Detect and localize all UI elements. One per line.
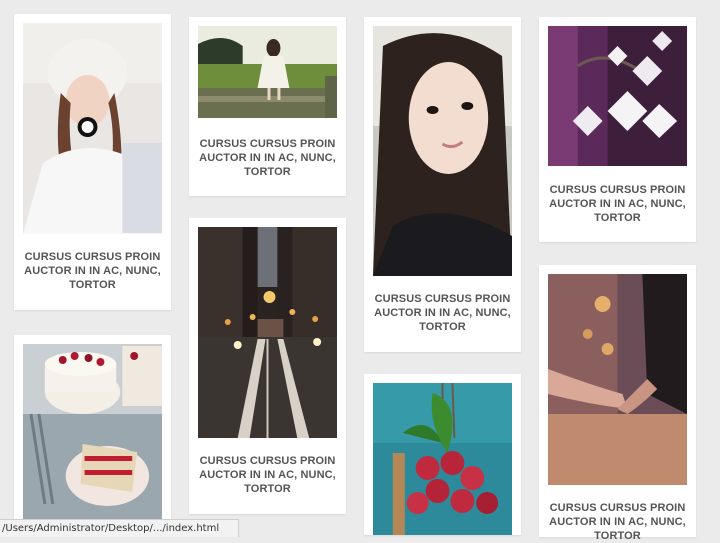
lychees-photo[interactable] [373,383,512,535]
card-girl-in-field[interactable]: CURSUS CURSUS PROIN AUCTOR IN IN AC, NUN… [189,17,346,196]
card-holding-hands[interactable]: CURSUS CURSUS PROIN AUCTOR IN IN AC, NUN… [539,265,696,542]
card-girl-portrait[interactable]: CURSUS CURSUS PROIN AUCTOR IN IN AC, NUN… [364,17,521,352]
card-girl-white-hat[interactable]: CURSUS CURSUS PROIN AUCTOR IN IN AC, NUN… [14,14,171,310]
girl-in-white-hat-photo[interactable] [23,23,162,234]
card-caption: CURSUS CURSUS PROIN AUCTOR IN IN AC, NUN… [199,138,336,178]
card-cake[interactable] [14,335,171,535]
card-city-street[interactable]: CURSUS CURSUS PROIN AUCTOR IN IN AC, NUN… [189,218,346,514]
card-caption: CURSUS CURSUS PROIN AUCTOR IN IN AC, NUN… [24,251,161,291]
white-flowers-photo[interactable] [548,26,687,166]
card-lychees[interactable] [364,374,521,535]
card-caption: CURSUS CURSUS PROIN AUCTOR IN IN AC, NUN… [374,293,511,333]
girl-portrait-photo[interactable] [373,26,512,276]
browser-status-bar: /Users/Administrator/Desktop/.../index.h… [0,519,239,537]
city-street-night-photo[interactable] [198,227,337,438]
card-caption: CURSUS CURSUS PROIN AUCTOR IN IN AC, NUN… [199,455,336,495]
cake-slice-photo[interactable] [23,344,162,535]
holding-hands-photo[interactable] [548,274,687,485]
card-white-flowers[interactable]: CURSUS CURSUS PROIN AUCTOR IN IN AC, NUN… [539,17,696,242]
girl-in-field-photo[interactable] [198,26,337,118]
card-caption: CURSUS CURSUS PROIN AUCTOR IN IN AC, NUN… [549,184,686,224]
